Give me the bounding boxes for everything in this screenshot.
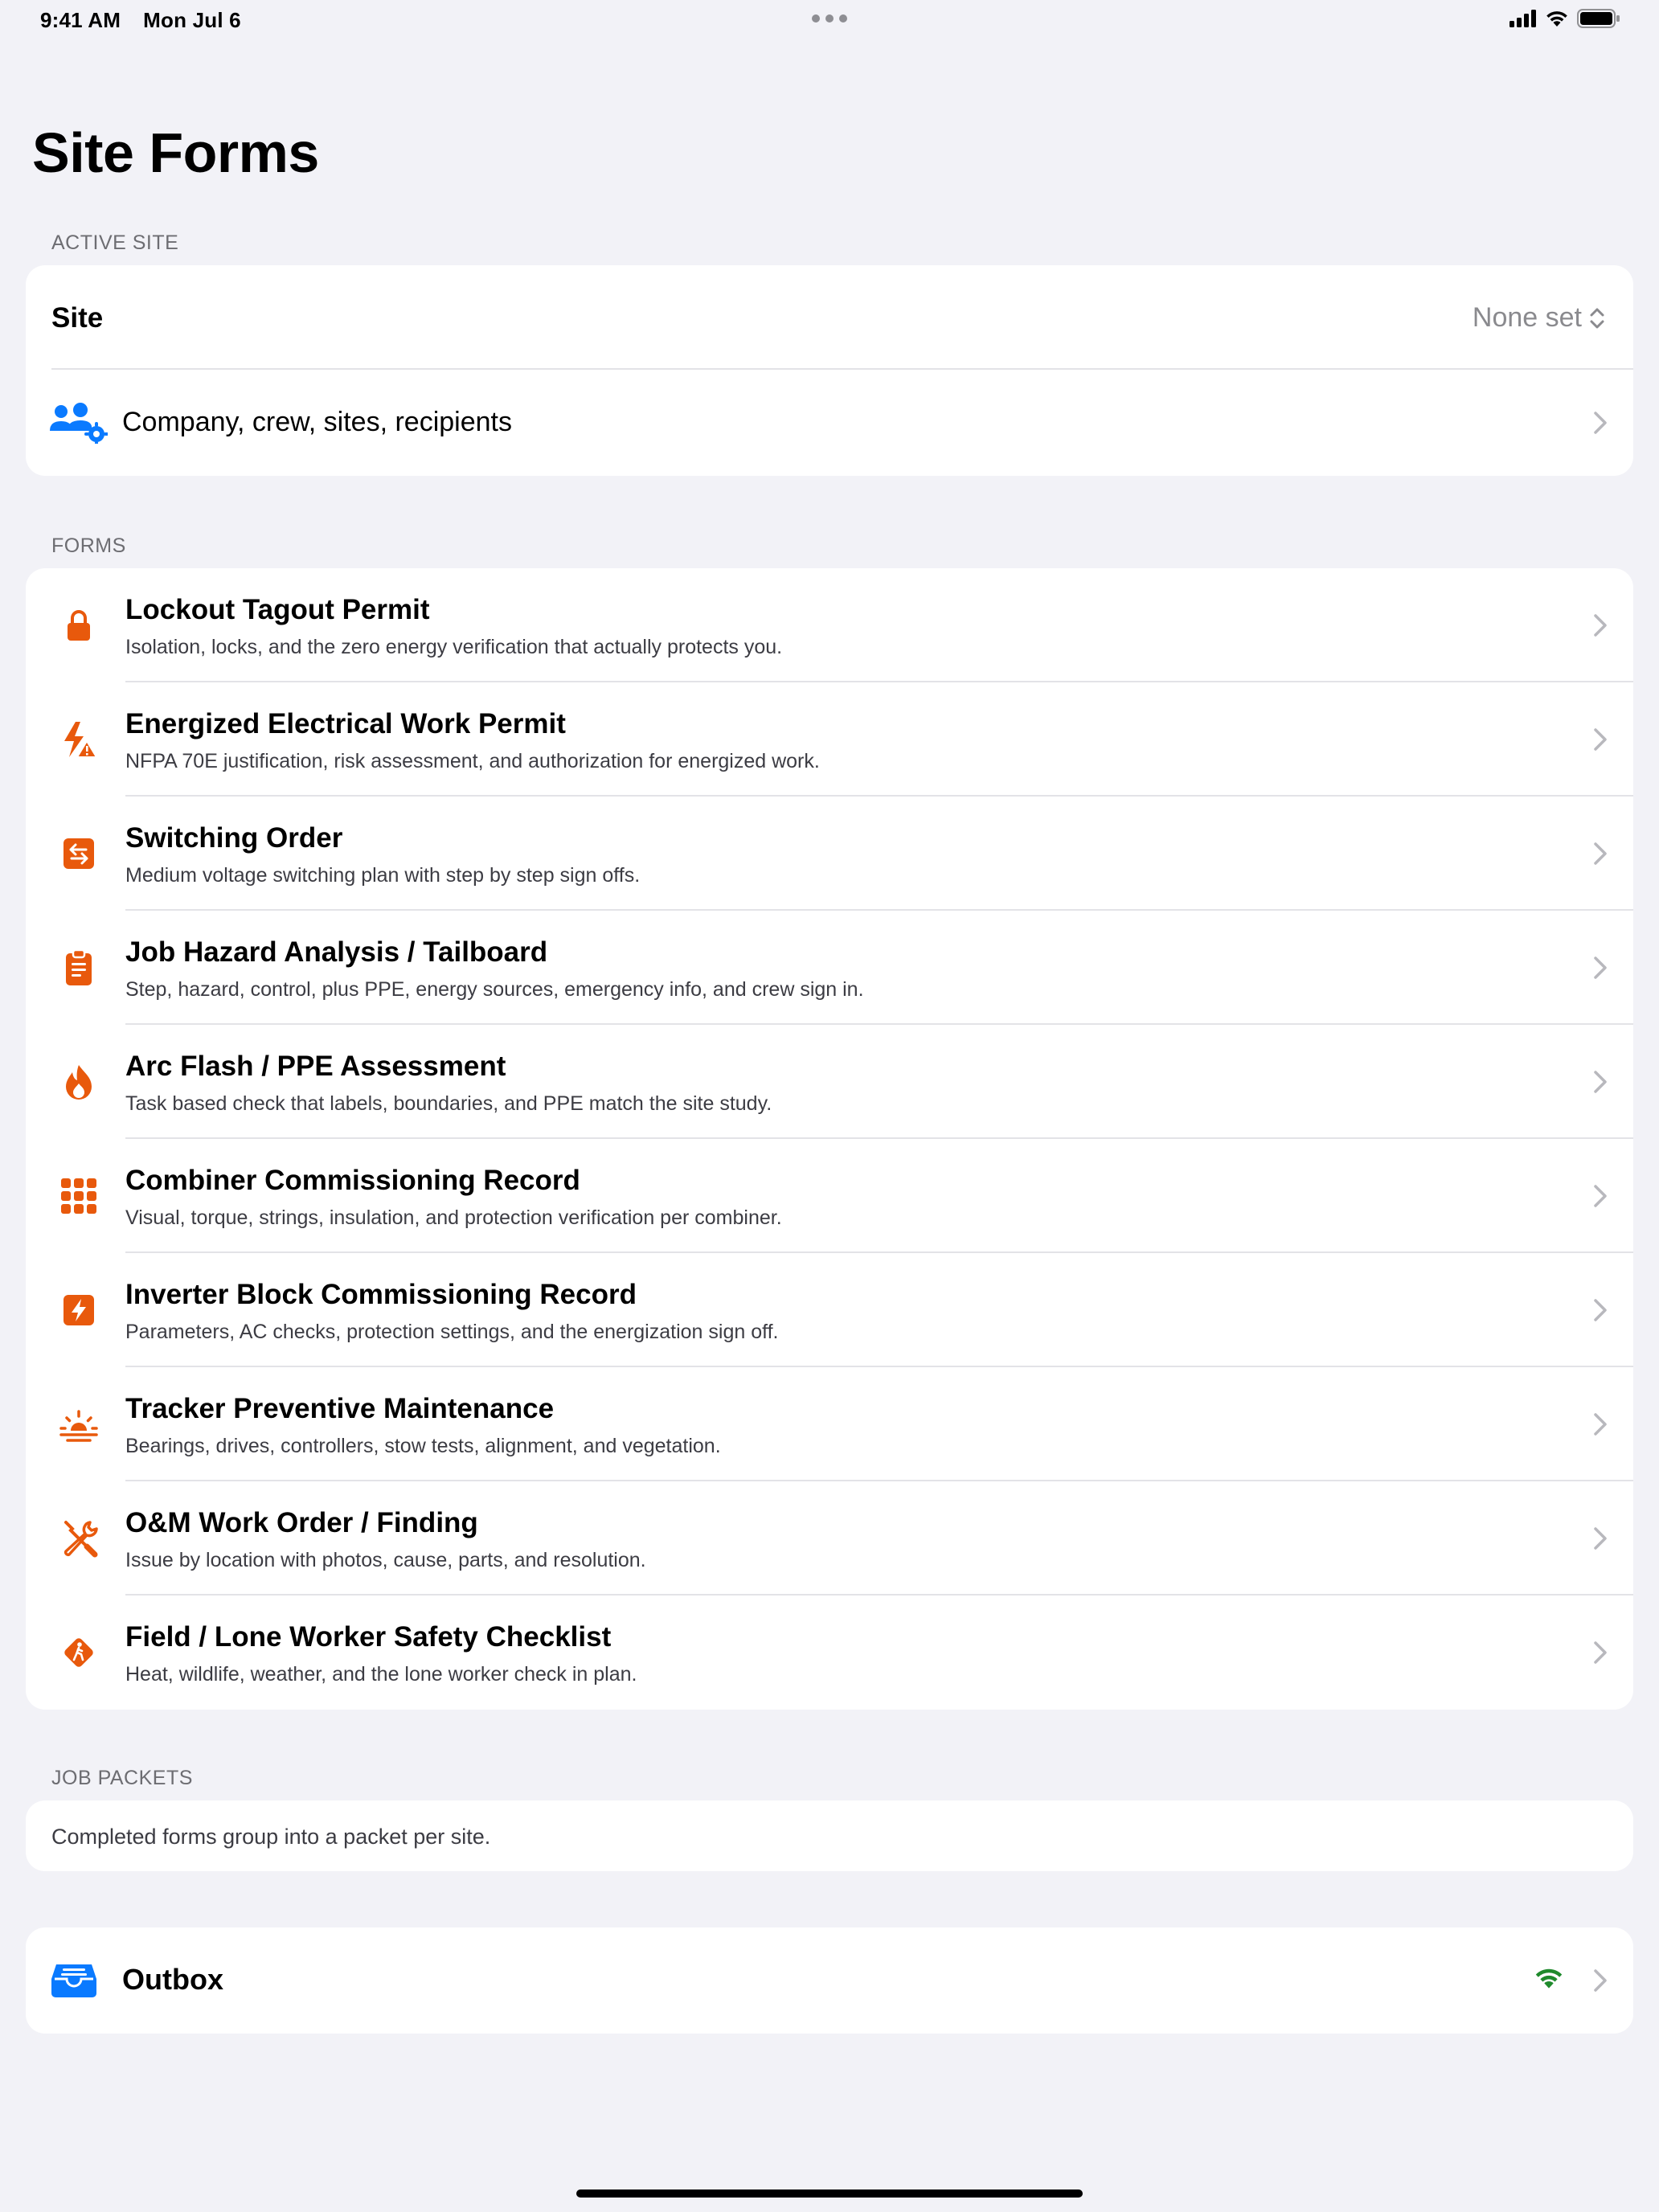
status-indicators (1509, 9, 1620, 28)
site-picker[interactable]: None set (1473, 302, 1604, 334)
online-wifi-icon (1535, 1968, 1563, 1989)
form-subtitle: Medium voltage switching plan with step … (125, 864, 641, 887)
chevron-right-icon (1594, 1413, 1607, 1436)
site-label: Site (51, 302, 104, 334)
status-bar: 9:41 AM Mon Jul 6 (0, 0, 1659, 39)
wifi-icon (1546, 11, 1567, 27)
form-row-tracker-maintenance[interactable]: Tracker Preventive Maintenance Bearings,… (26, 1367, 1633, 1481)
home-indicator[interactable] (576, 2189, 1083, 2198)
chevron-right-icon (1594, 412, 1607, 434)
chevron-right-icon (1594, 1299, 1607, 1321)
status-time: 9:41 AM (40, 8, 121, 32)
form-title: Combiner Commissioning Record (125, 1165, 580, 1196)
form-subtitle: Bearings, drives, controllers, stow test… (125, 1435, 721, 1457)
sunrise-icon (59, 1410, 98, 1442)
form-title: Job Hazard Analysis / Tailboard (125, 936, 548, 968)
page-title: Site Forms (32, 121, 319, 184)
bolt-warning-icon (64, 722, 98, 758)
form-row-energized-electrical[interactable]: Energized Electrical Work Permit NFPA 70… (26, 682, 1633, 797)
form-subtitle: Heat, wildlife, weather, and the lone wo… (125, 1663, 637, 1686)
status-time-date: 9:41 AM Mon Jul 6 (40, 8, 241, 33)
job-packets-card: Completed forms group into a packet per … (26, 1800, 1633, 1871)
forms-card: Lockout Tagout Permit Isolation, locks, … (26, 568, 1633, 1710)
form-subtitle: Task based check that labels, boundaries… (125, 1092, 772, 1115)
bolt-square-icon (63, 1295, 94, 1325)
form-title: Field / Lone Worker Safety Checklist (125, 1621, 612, 1653)
form-title: Switching Order (125, 822, 343, 854)
up-down-chevron-icon (1590, 308, 1604, 328)
wrench-screwdriver-icon (63, 1521, 98, 1558)
form-row-om-work-order[interactable]: O&M Work Order / Finding Issue by locati… (26, 1481, 1633, 1596)
chevron-right-icon (1594, 956, 1607, 979)
form-subtitle: Parameters, AC checks, protection settin… (125, 1321, 779, 1343)
site-picker-row[interactable]: Site None set (26, 265, 1633, 370)
cellular-signal-icon (1509, 10, 1536, 27)
forms-header: FORMS (51, 535, 126, 557)
form-row-switching-order[interactable]: Switching Order Medium voltage switching… (26, 797, 1633, 911)
form-title: Tracker Preventive Maintenance (125, 1393, 555, 1424)
form-row-combiner-commissioning[interactable]: Combiner Commissioning Record Visual, to… (26, 1139, 1633, 1253)
chevron-right-icon (1594, 614, 1607, 637)
flame-icon (66, 1065, 92, 1100)
switch-arrows-icon (63, 838, 94, 869)
site-value: None set (1472, 302, 1582, 333)
company-crew-row[interactable]: Company, crew, sites, recipients (26, 370, 1633, 476)
clipboard-icon (66, 948, 92, 985)
outbox-row[interactable]: Outbox (26, 1927, 1633, 2034)
battery-icon (1577, 9, 1620, 28)
status-date: Mon Jul 6 (143, 8, 241, 32)
walker-sign-icon (64, 1638, 93, 1667)
form-row-inverter-commissioning[interactable]: Inverter Block Commissioning Record Para… (26, 1253, 1633, 1367)
form-row-arc-flash[interactable]: Arc Flash / PPE Assessment Task based ch… (26, 1025, 1633, 1139)
form-subtitle: Visual, torque, strings, insulation, and… (125, 1206, 782, 1229)
form-subtitle: Isolation, locks, and the zero energy ve… (125, 636, 783, 658)
outbox-label: Outbox (122, 1963, 223, 1996)
chevron-right-icon (1594, 1969, 1607, 1992)
chevron-right-icon (1594, 1641, 1607, 1664)
form-title: Lockout Tagout Permit (125, 594, 430, 625)
form-row-job-hazard-analysis[interactable]: Job Hazard Analysis / Tailboard Step, ha… (26, 911, 1633, 1025)
lock-icon (68, 610, 90, 641)
outbox-card: Outbox (26, 1927, 1633, 2034)
people-gear-icon (50, 403, 108, 444)
job-packets-text: Completed forms group into a packet per … (51, 1825, 491, 1849)
company-crew-label: Company, crew, sites, recipients (122, 407, 512, 437)
grid-icon (61, 1178, 96, 1214)
form-subtitle: NFPA 70E justification, risk assessment,… (125, 750, 820, 772)
chevron-right-icon (1594, 1071, 1607, 1093)
chevron-right-icon (1594, 842, 1607, 865)
active-site-header: ACTIVE SITE (51, 231, 179, 254)
form-title: Energized Electrical Work Permit (125, 708, 566, 739)
multitasking-dots-icon[interactable] (812, 14, 847, 23)
chevron-right-icon (1594, 1527, 1607, 1550)
active-site-card: Site None set Company, crew, sites, reci… (26, 265, 1633, 476)
form-title: Arc Flash / PPE Assessment (125, 1051, 506, 1082)
form-row-lockout-tagout[interactable]: Lockout Tagout Permit Isolation, locks, … (26, 568, 1633, 682)
form-subtitle: Step, hazard, control, plus PPE, energy … (125, 978, 864, 1001)
tray-icon (51, 1964, 96, 1997)
chevron-right-icon (1594, 728, 1607, 751)
form-row-lone-worker-safety[interactable]: Field / Lone Worker Safety Checklist Hea… (26, 1596, 1633, 1710)
job-packets-header: JOB PACKETS (51, 1767, 193, 1789)
form-subtitle: Issue by location with photos, cause, pa… (125, 1549, 646, 1571)
form-title: O&M Work Order / Finding (125, 1507, 478, 1538)
chevron-right-icon (1594, 1185, 1607, 1207)
form-title: Inverter Block Commissioning Record (125, 1279, 637, 1310)
